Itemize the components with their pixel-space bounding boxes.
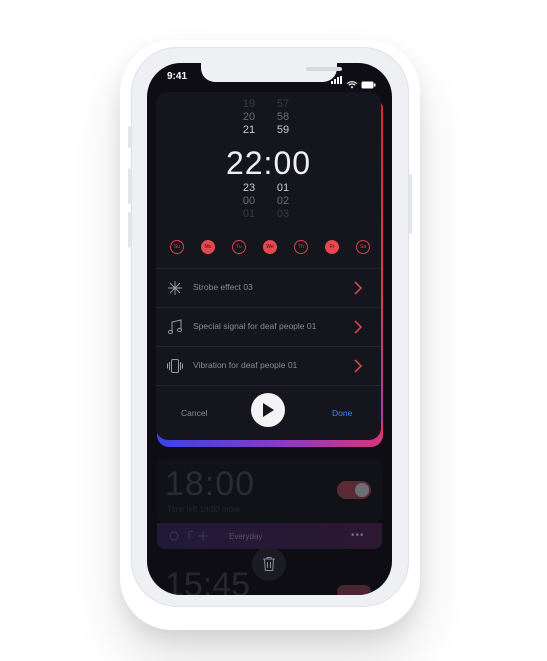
status-icons <box>331 71 376 89</box>
option-row-vibration[interactable]: Vibration for deaf people 01 <box>156 347 381 385</box>
picker-value: 20 <box>242 111 256 123</box>
cancel-button[interactable]: Cancel <box>181 408 207 418</box>
background-alarm-toggle-2[interactable] <box>337 585 371 595</box>
sparkle-icon <box>168 281 182 295</box>
option-row-strobe[interactable]: Strobe effect 03 <box>156 269 381 307</box>
more-icon[interactable]: ••• <box>351 530 365 541</box>
hour-column-below[interactable]: 23 00 01 <box>234 182 264 221</box>
background-alarm-repeat: Everyday <box>229 532 263 541</box>
power-button <box>409 174 412 234</box>
option-label: Vibration for deaf people 01 <box>193 360 298 370</box>
day-toggle-th[interactable]: Th <box>294 240 308 254</box>
trash-icon <box>263 557 275 571</box>
trash-button[interactable] <box>252 547 286 581</box>
day-toggle-sa[interactable]: Sa <box>356 240 370 254</box>
background-alarm-next-time: 15:45 <box>165 566 251 595</box>
done-button[interactable]: Done <box>332 408 352 418</box>
day-toggle-tu[interactable]: Tu <box>232 240 246 254</box>
chevron-right-icon <box>354 320 363 334</box>
picker-value: 01 <box>242 208 256 220</box>
picker-value: 23 <box>242 182 256 194</box>
time-picker[interactable]: 19 20 21 57 58 59 22:00 23 00 01 01 02 0… <box>156 98 381 220</box>
wifi-icon <box>347 81 357 89</box>
play-icon <box>263 403 274 417</box>
picker-value: 00 <box>242 195 256 207</box>
option-label: Strobe effect 03 <box>193 282 253 292</box>
chevron-right-icon <box>354 281 363 295</box>
music-note-icon <box>168 319 182 335</box>
option-label: Special signal for deaf people 01 <box>193 321 317 331</box>
battery-icon <box>361 81 376 89</box>
vibration-icon <box>167 359 183 373</box>
selected-time[interactable]: 22:00 <box>156 145 381 182</box>
picker-value: 57 <box>276 98 290 110</box>
background-alarm-subtitle: Time left 18:00 more <box>167 505 241 514</box>
background-alarm-toggle[interactable] <box>337 481 371 499</box>
divider <box>156 385 381 386</box>
volume-up-button <box>128 168 131 204</box>
picker-value: 21 <box>242 124 256 136</box>
hour-column-above[interactable]: 19 20 21 <box>234 98 264 137</box>
phone-screen: 9:41 18:00 Time left 18:00 more Everyday… <box>147 63 392 595</box>
day-toggle-we[interactable]: We <box>263 240 277 254</box>
day-toggle-mo[interactable]: Mo <box>201 240 215 254</box>
picker-value: 59 <box>276 124 290 136</box>
picker-value: 58 <box>276 111 290 123</box>
mute-switch <box>128 126 131 148</box>
minute-column-below[interactable]: 01 02 03 <box>268 182 298 221</box>
day-toggle-fr[interactable]: Fr <box>325 240 339 254</box>
option-row-signal[interactable]: Special signal for deaf people 01 <box>156 308 381 346</box>
volume-down-button <box>128 212 131 248</box>
picker-value: 01 <box>276 182 290 194</box>
picker-value: 19 <box>242 98 256 110</box>
alarm-editor-card: 19 20 21 57 58 59 22:00 23 00 01 01 02 0… <box>156 92 381 440</box>
signal-icon <box>331 71 343 89</box>
status-time: 9:41 <box>167 71 188 82</box>
notch <box>201 63 342 82</box>
background-alarm-time: 18:00 <box>165 465 256 503</box>
background-alarm-icons <box>169 530 208 541</box>
day-toggle-su[interactable]: Su <box>170 240 184 254</box>
minute-column-above[interactable]: 57 58 59 <box>268 98 298 137</box>
chevron-right-icon <box>354 359 363 373</box>
weekday-selector: Su Mo Tu We Th Fr Sa <box>170 240 370 254</box>
picker-value: 03 <box>276 208 290 220</box>
play-preview-button[interactable] <box>251 393 285 427</box>
picker-value: 02 <box>276 195 290 207</box>
